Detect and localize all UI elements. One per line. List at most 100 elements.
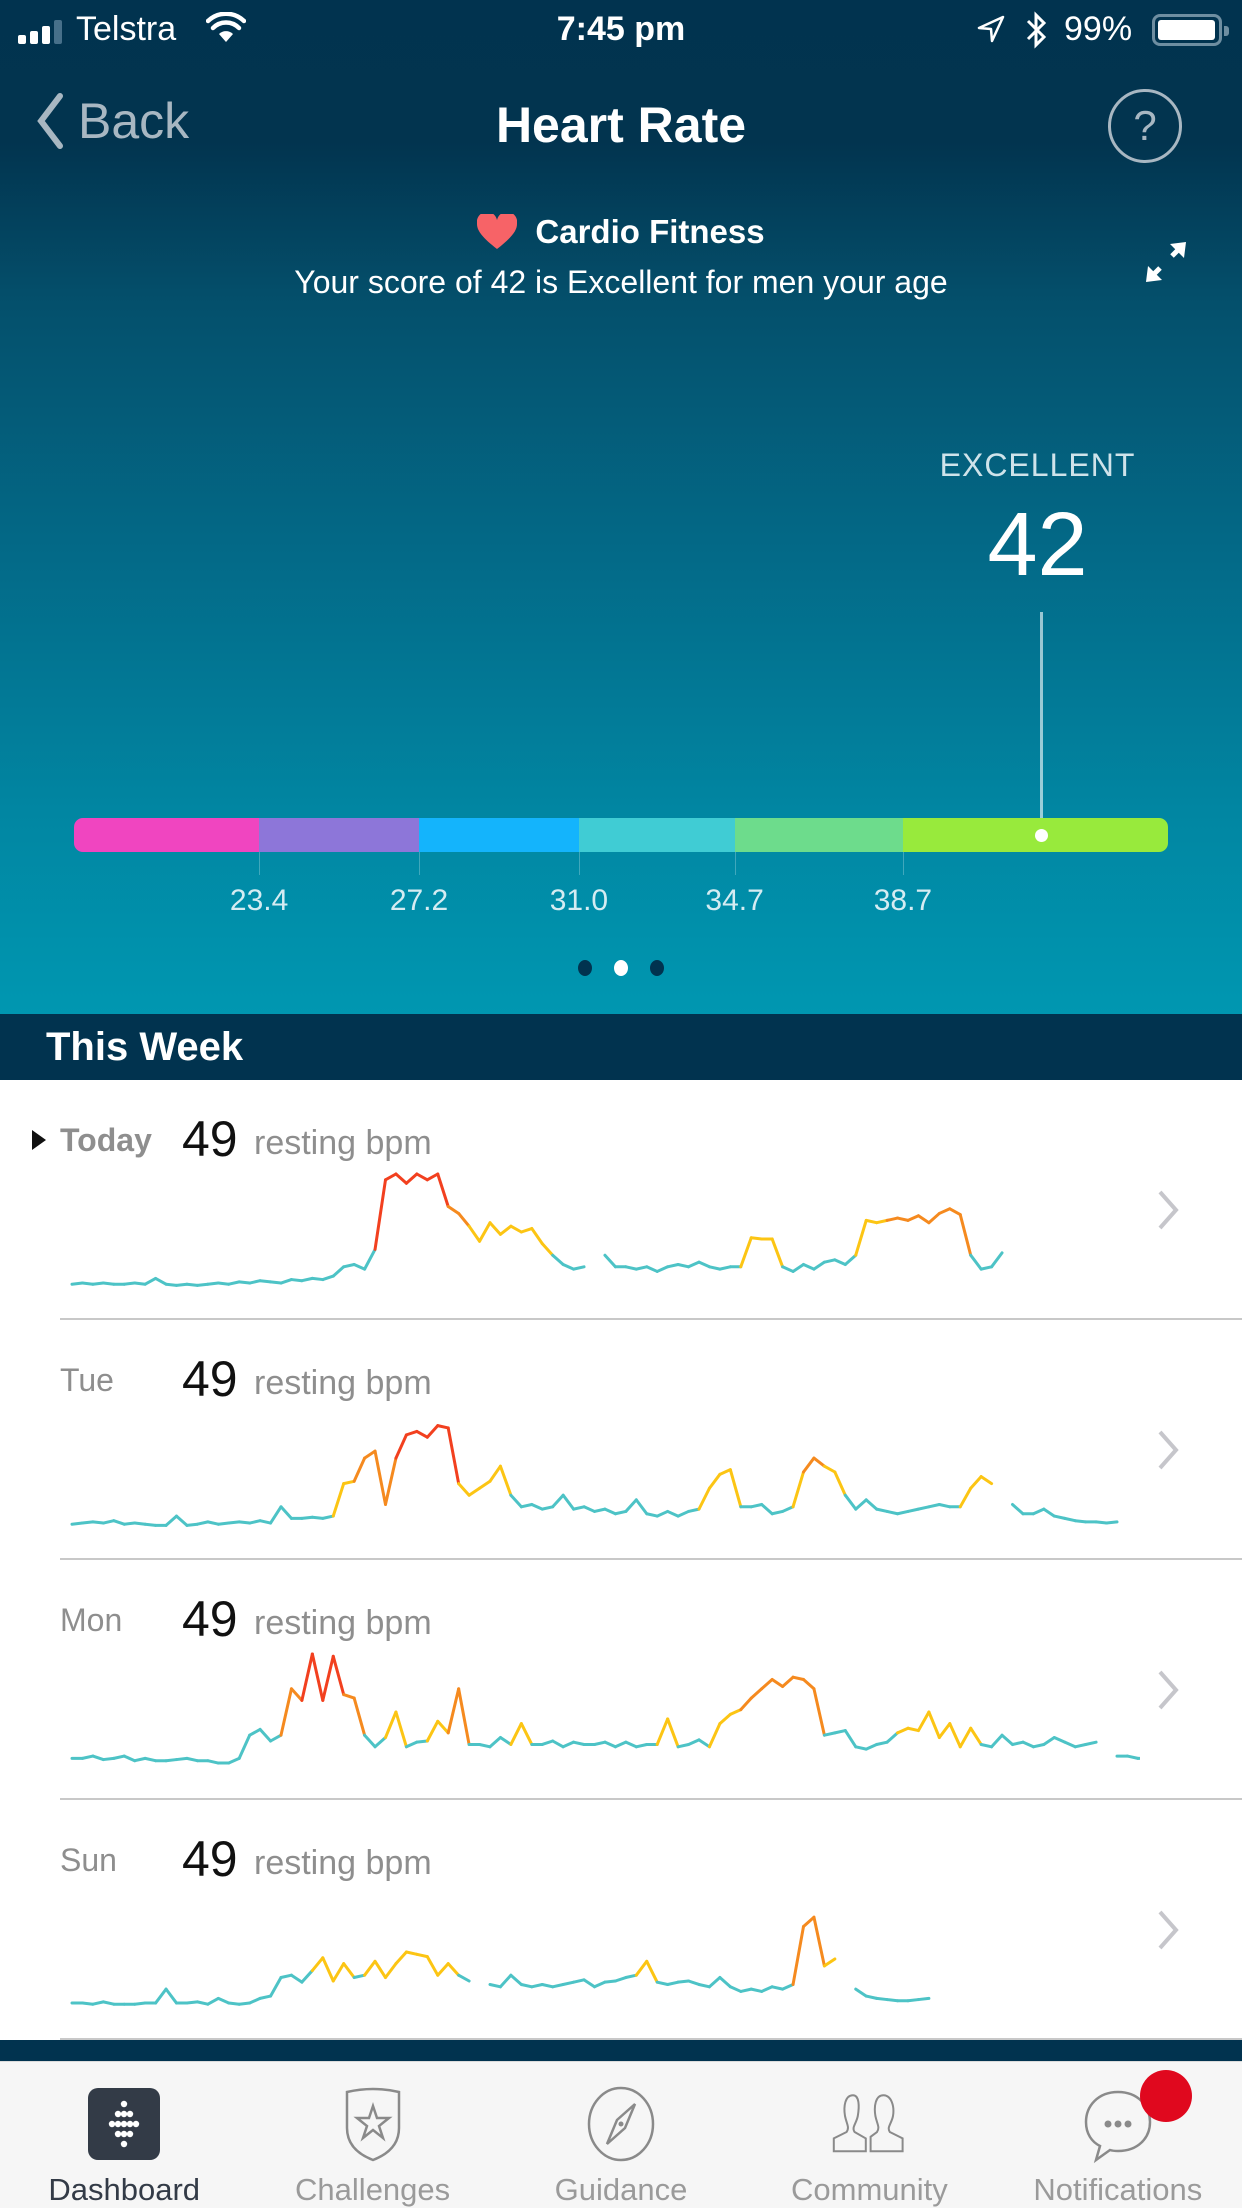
sparkline-segment xyxy=(561,1740,576,1749)
sparkline-segment xyxy=(896,1509,910,1516)
tab-label: Community xyxy=(791,2172,948,2207)
sparkline-segment xyxy=(1011,1740,1025,1746)
sparkline-segment xyxy=(749,1687,764,1700)
day-row-today[interactable]: Today 49 resting bpm xyxy=(0,1080,1242,1320)
sparkline-segment xyxy=(927,1211,941,1225)
sparkline-segment xyxy=(634,1498,649,1516)
sparkline-segment xyxy=(289,1973,304,1984)
sparkline-segment xyxy=(561,1262,576,1271)
sparkline-segment xyxy=(446,1426,461,1486)
sparkline-segment xyxy=(279,1505,293,1520)
sparkline-segment xyxy=(206,1759,220,1765)
sparkline-segment xyxy=(906,1998,920,2003)
sparkline-segment xyxy=(310,1956,325,1973)
sparkline-segment xyxy=(195,1520,210,1526)
sparkline-segment xyxy=(540,1242,555,1257)
sparkline-segment xyxy=(812,1687,826,1737)
sparkline-segment xyxy=(875,1507,889,1513)
expand-icon[interactable] xyxy=(1140,236,1192,293)
sparkline-segment xyxy=(404,1740,419,1749)
sparkline-segment xyxy=(613,1976,628,1983)
help-button[interactable]: ? xyxy=(1108,89,1182,163)
sparkline-segment xyxy=(1052,1736,1067,1744)
sparkline-segment xyxy=(728,1468,743,1509)
sparkline-segment xyxy=(321,1654,335,1702)
sparkline-segment xyxy=(802,1262,816,1271)
heart-icon xyxy=(477,214,518,249)
page-dot[interactable] xyxy=(614,960,628,976)
sparkline-segment xyxy=(300,1515,314,1520)
tab-challenges[interactable]: Challenges xyxy=(248,2062,496,2208)
sparkline-segment xyxy=(718,1468,732,1476)
page-indicator[interactable] xyxy=(0,960,1242,976)
sparkline-segment xyxy=(404,1429,419,1437)
sparkline-segment xyxy=(331,1654,346,1697)
page-dot[interactable] xyxy=(650,960,664,976)
day-row-sun[interactable]: Sun 49 resting bpm xyxy=(0,1800,1242,2040)
sparkline-segment xyxy=(175,1282,189,1287)
community-icon xyxy=(829,2084,909,2164)
day-name: Sun xyxy=(60,1842,117,1878)
scale-tick xyxy=(734,852,736,875)
sparkline-segment xyxy=(310,1276,325,1282)
fitness-score: 42 xyxy=(987,495,1088,595)
sparkline-segment xyxy=(237,1520,252,1525)
sparkline-segment xyxy=(593,1740,607,1746)
sparkline-segment xyxy=(384,1172,398,1182)
sparkline-segment xyxy=(624,1265,638,1271)
sparkline-segment xyxy=(216,1996,231,2005)
resting-bpm-value: 49 xyxy=(182,1111,238,1167)
tab-notifications[interactable]: Notifications xyxy=(994,2062,1242,2208)
sparkline-segment xyxy=(279,1687,293,1737)
sparkline-segment xyxy=(425,1424,440,1439)
sparkline-segment xyxy=(760,1502,774,1516)
sparkline-segment xyxy=(948,1722,962,1749)
sparkline-segment xyxy=(937,1502,952,1509)
location-icon xyxy=(976,14,1006,53)
sparkline-segment xyxy=(519,1227,534,1234)
sparkline-segment xyxy=(216,1281,231,1286)
sparkline-segment xyxy=(331,1962,346,1983)
sparkline-segment xyxy=(916,1214,931,1225)
sparkline-segment xyxy=(666,1717,680,1749)
sparkline-segment xyxy=(101,1519,116,1525)
sparkline-segment xyxy=(248,1519,262,1525)
sparkline-segment xyxy=(519,1502,534,1509)
day-row-mon[interactable]: Mon 49 resting bpm xyxy=(0,1560,1242,1800)
day-row-tue[interactable]: Tue 49 resting bpm xyxy=(0,1320,1242,1560)
sparkline-segment xyxy=(394,1172,408,1185)
tab-guidance[interactable]: Guidance xyxy=(497,2062,745,2208)
sparkline-segment xyxy=(624,1973,638,1980)
sparkline-segment xyxy=(540,1505,555,1511)
tab-dashboard[interactable]: Dashboard xyxy=(0,2062,248,2208)
sparkline-segment xyxy=(770,1237,785,1269)
sparkline-segment xyxy=(269,1976,283,1998)
sparkline-segment xyxy=(822,1731,837,1737)
sparkline-segment xyxy=(666,1509,680,1518)
sparkline-segment xyxy=(519,1982,534,1989)
sparkline-segment xyxy=(101,2000,116,2006)
sparkline-segment xyxy=(112,1519,126,1526)
page-dot[interactable] xyxy=(578,960,592,976)
battery-icon xyxy=(1152,14,1229,46)
sparkline-segment xyxy=(906,1507,920,1513)
sparkline-segment xyxy=(812,1456,826,1468)
chevron-right-icon xyxy=(1158,1430,1179,1470)
sparkline-segment xyxy=(70,1521,84,1526)
sparkline-segment xyxy=(728,1708,743,1716)
sparkline-segment xyxy=(425,1955,440,1977)
scale-segment xyxy=(419,818,579,852)
sparkline-segment xyxy=(885,1998,900,2003)
sparkline-segment xyxy=(843,1253,858,1266)
sparkline-segment xyxy=(687,1507,701,1513)
sparkline-segment xyxy=(1021,1740,1035,1749)
sparkline-segment xyxy=(143,1756,158,1763)
sparkline-segment xyxy=(634,1742,649,1749)
sparkline-segment xyxy=(342,1262,356,1269)
sparkline-segment xyxy=(80,1520,95,1525)
cardio-fitness-summary: Your score of 42 is Excellent for men yo… xyxy=(294,264,948,300)
tab-label: Guidance xyxy=(554,2172,688,2207)
sparkline-segment xyxy=(384,1710,398,1740)
sparkline-segment xyxy=(1000,1733,1014,1746)
tab-community[interactable]: Community xyxy=(745,2062,993,2208)
